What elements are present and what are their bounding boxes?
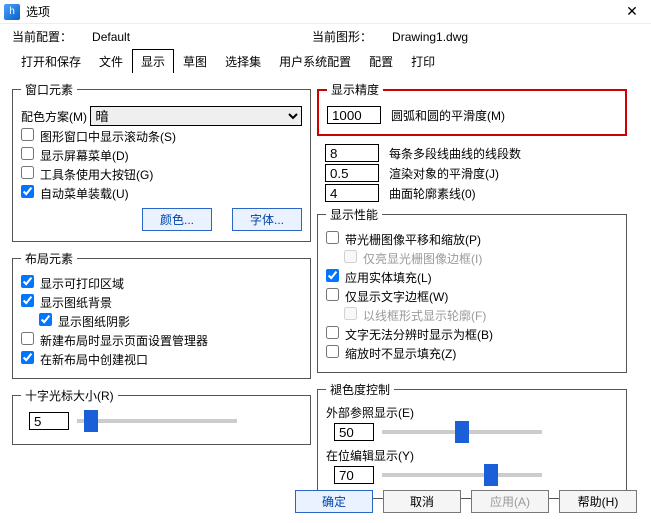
- chk-large-toolbar-btns-label: 工具条使用大按钮(G): [40, 168, 153, 182]
- chk-paper-bg-label: 显示图纸背景: [40, 296, 112, 310]
- current-drawing-label: 当前图形：: [312, 30, 372, 44]
- chk-solid-fill-label: 应用实体填充(L): [345, 271, 432, 285]
- btn-fonts[interactable]: 字体...: [232, 208, 302, 231]
- tab-selection[interactable]: 选择集: [216, 49, 270, 73]
- render-smoothness-input[interactable]: [325, 164, 379, 182]
- tab-open-save[interactable]: 打开和保存: [12, 49, 90, 73]
- xref-fade-label: 外部参照显示(E): [326, 404, 618, 421]
- app-icon: h: [4, 4, 20, 20]
- tab-file[interactable]: 文件: [90, 49, 132, 73]
- chk-paper-shadow[interactable]: [39, 313, 52, 326]
- dialog-footer: 确定 取消 应用(A) 帮助(H): [0, 484, 651, 519]
- btn-help[interactable]: 帮助(H): [559, 490, 637, 513]
- chk-scrollbars[interactable]: [21, 128, 34, 141]
- tab-print[interactable]: 打印: [402, 49, 444, 73]
- tab-strip: 打开和保存 文件 显示 草图 选择集 用户系统配置 配置 打印: [0, 49, 651, 73]
- chk-hide-fill-on-zoom[interactable]: [326, 345, 339, 358]
- group-window-elements-legend: 窗口元素: [21, 81, 77, 98]
- chk-large-toolbar-btns[interactable]: [21, 166, 34, 179]
- tab-config[interactable]: 配置: [360, 49, 402, 73]
- window-title: 选项: [26, 3, 617, 20]
- chk-text-frame-only-label: 仅显示文字边框(W): [345, 290, 448, 304]
- chk-scrollbars-label: 图形窗口中显示滚动条(S): [40, 130, 176, 144]
- crosshair-legend: 十字光标大小(R): [21, 387, 118, 404]
- crosshair-size-input[interactable]: [29, 412, 69, 430]
- btn-ok[interactable]: 确定: [295, 490, 373, 513]
- chk-pan-zoom-raster-label: 带光栅图像平移和缩放(P): [345, 233, 481, 247]
- group-layout-elements: 布局元素 显示可打印区域 显示图纸背景 显示图纸阴影 新建布局时显示页面设置管理…: [12, 250, 311, 379]
- btn-colors[interactable]: 颜色...: [142, 208, 212, 231]
- chk-true-type-as-frame[interactable]: [326, 326, 339, 339]
- chk-create-viewport[interactable]: [21, 351, 34, 364]
- current-config-label: 当前配置：: [12, 30, 72, 44]
- inplace-fade-input[interactable]: [334, 466, 374, 484]
- group-layout-elements-legend: 布局元素: [21, 250, 77, 267]
- config-bar: 当前配置： Default 当前图形： Drawing1.dwg: [0, 24, 651, 49]
- tab-draft[interactable]: 草图: [174, 49, 216, 73]
- btn-cancel[interactable]: 取消: [383, 490, 461, 513]
- group-display-precision-legend: 显示精度: [327, 81, 383, 98]
- arc-smoothness-input[interactable]: [327, 106, 381, 124]
- tab-user-system[interactable]: 用户系统配置: [270, 49, 360, 73]
- close-icon[interactable]: ✕: [617, 3, 647, 20]
- surface-contour-label: 曲面轮廓素线(0): [389, 185, 476, 202]
- xref-fade-input[interactable]: [334, 423, 374, 441]
- title-bar: h 选项 ✕: [0, 0, 651, 24]
- inplace-fade-label: 在位编辑显示(Y): [326, 447, 618, 464]
- color-scheme-select[interactable]: 暗: [90, 106, 302, 126]
- arc-smoothness-label: 圆弧和圆的平滑度(M): [391, 107, 505, 124]
- chk-paper-shadow-label: 显示图纸阴影: [58, 315, 130, 329]
- group-fade-control-legend: 褪色度控制: [326, 381, 394, 398]
- color-scheme-label: 配色方案(M): [21, 108, 87, 125]
- chk-true-type-as-frame-label: 文字无法分辨时显示为框(B): [345, 328, 493, 342]
- polyline-segments-label: 每条多段线曲线的线段数: [389, 145, 521, 162]
- tab-display[interactable]: 显示: [132, 49, 174, 73]
- group-display-performance-legend: 显示性能: [326, 206, 382, 223]
- chk-text-frame-only[interactable]: [326, 288, 339, 301]
- chk-printable-area-label: 显示可打印区域: [40, 277, 124, 291]
- chk-create-viewport-label: 在新布局中创建视口: [40, 353, 148, 367]
- crosshair-size-slider[interactable]: [77, 419, 237, 423]
- chk-highlight-raster-frame: [344, 250, 357, 263]
- chk-hide-fill-on-zoom-label: 缩放时不显示填充(Z): [345, 347, 456, 361]
- chk-paper-bg[interactable]: [21, 294, 34, 307]
- chk-pan-zoom-raster[interactable]: [326, 231, 339, 244]
- xref-fade-slider[interactable]: [382, 430, 542, 434]
- surface-contour-input[interactable]: [325, 184, 379, 202]
- chk-page-setup-on-new-label: 新建布局时显示页面设置管理器: [40, 334, 208, 348]
- inplace-fade-slider[interactable]: [382, 473, 542, 477]
- chk-solid-fill[interactable]: [326, 269, 339, 282]
- chk-wireframe-silhouette: [344, 307, 357, 320]
- group-fade-control: 褪色度控制 外部参照显示(E) 在位编辑显示(Y): [317, 381, 627, 499]
- chk-wireframe-silhouette-label: 以线框形式显示轮廓(F): [363, 309, 486, 323]
- chk-auto-menu-load-label: 自动菜单装载(U): [40, 187, 129, 201]
- render-smoothness-label: 渲染对象的平滑度(J): [389, 165, 499, 182]
- current-drawing-value: Drawing1.dwg: [392, 30, 468, 44]
- group-display-performance: 显示性能 带光栅图像平移和缩放(P) 仅亮显光栅图像边框(I) 应用实体填充(L…: [317, 206, 627, 373]
- chk-screen-menu[interactable]: [21, 147, 34, 160]
- chk-auto-menu-load[interactable]: [21, 185, 34, 198]
- group-crosshair: 十字光标大小(R): [12, 387, 311, 445]
- group-display-precision: 显示精度 圆弧和圆的平滑度(M): [317, 81, 627, 136]
- polyline-segments-input[interactable]: [325, 144, 379, 162]
- chk-screen-menu-label: 显示屏幕菜单(D): [40, 149, 129, 163]
- chk-printable-area[interactable]: [21, 275, 34, 288]
- btn-apply: 应用(A): [471, 490, 549, 513]
- chk-highlight-raster-frame-label: 仅亮显光栅图像边框(I): [363, 252, 482, 266]
- current-config-value: Default: [92, 30, 130, 44]
- chk-page-setup-on-new[interactable]: [21, 332, 34, 345]
- group-window-elements: 窗口元素 配色方案(M) 暗 图形窗口中显示滚动条(S) 显示屏幕菜单(D) 工…: [12, 81, 311, 242]
